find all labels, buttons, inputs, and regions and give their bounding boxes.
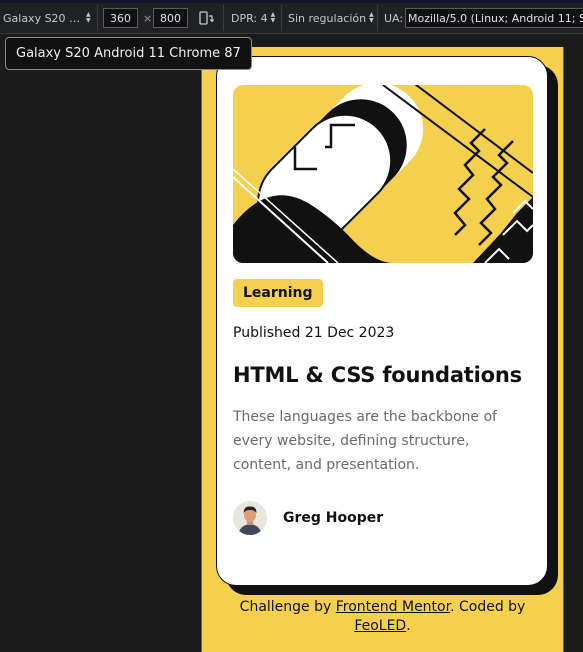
published-date: Published 21 Dec 2023: [233, 325, 395, 341]
height-field-wrap: 800: [153, 7, 188, 29]
ua-field-wrap: Mozilla/5.0 (Linux; Android 11; SAMSUNG …: [405, 7, 583, 29]
attribution-middle: . Coded by: [450, 599, 526, 615]
author-profile-link[interactable]: FeoLED: [354, 618, 406, 634]
author-row: Greg Hooper: [233, 501, 531, 535]
device-toolbar: Galaxy S20 A… ▲ ▼ 360 × 800 DPR: 4 ▲ ▼ Sin…: [0, 0, 583, 34]
device-select[interactable]: Galaxy S20 A… ▲ ▼: [3, 7, 95, 29]
width-field-wrap: 360: [103, 7, 138, 29]
device-select-label: Galaxy S20 A…: [3, 11, 83, 25]
height-input[interactable]: 800: [153, 8, 188, 28]
width-input[interactable]: 360: [103, 8, 138, 28]
user-agent-input[interactable]: Mozilla/5.0 (Linux; Android 11; SAMSUNG …: [405, 8, 583, 28]
toolbar-divider: [281, 5, 282, 31]
rotate-button[interactable]: [198, 7, 218, 29]
toolbar-divider: [97, 5, 98, 31]
avatar: [233, 501, 267, 535]
select-arrows-icon: ▲ ▼: [270, 11, 276, 24]
toolbar-divider: [377, 5, 378, 31]
blog-preview-card: Learning Published 21 Dec 2023 HTML & CS…: [216, 56, 548, 586]
throttle-label: Sin regulación: [288, 11, 367, 25]
toolbar-divider: [223, 5, 224, 31]
category-tag: Learning: [233, 279, 323, 307]
dpr-select[interactable]: DPR: 4 ▲ ▼: [231, 7, 275, 29]
dimension-separator: ×: [143, 11, 153, 25]
device-viewport: Learning Published 21 Dec 2023 HTML & CS…: [202, 47, 563, 652]
attribution-suffix: .: [406, 618, 411, 634]
hero-illustration: [233, 85, 533, 263]
device-tooltip: Galaxy S20 Android 11 Chrome 87: [5, 37, 252, 70]
dpr-label: DPR: 4: [231, 11, 268, 25]
ua-label: UA:: [384, 11, 404, 25]
toolbar-top-strip: [0, 0, 583, 3]
attribution-prefix: Challenge by: [239, 599, 336, 615]
card-title[interactable]: HTML & CSS foundations: [233, 363, 531, 387]
author-name: Greg Hooper: [283, 510, 384, 526]
viewport-right-edge: [563, 47, 564, 652]
select-arrows-icon: ▲ ▼: [369, 11, 374, 24]
frontend-mentor-link[interactable]: Frontend Mentor: [336, 599, 450, 615]
select-arrows-icon: ▲ ▼: [86, 11, 91, 24]
card-description: These languages are the backbone of ever…: [233, 409, 497, 473]
attribution: Challenge by Frontend Mentor. Coded by F…: [212, 598, 553, 636]
throttle-select[interactable]: Sin regulación ▲ ▼: [288, 7, 374, 29]
rotate-device-icon: [199, 11, 214, 25]
